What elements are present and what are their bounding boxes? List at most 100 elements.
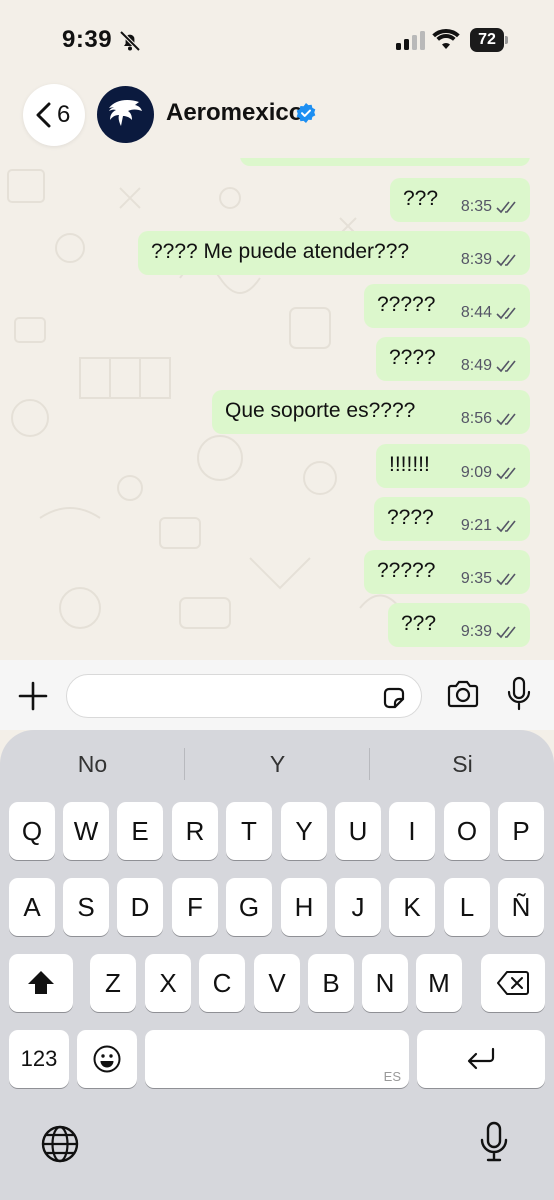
dictation-mic-icon[interactable] (478, 1120, 510, 1164)
key-y[interactable]: Y (281, 802, 327, 860)
message-bubble[interactable]: ???? Me puede atender??? 8:39 (138, 231, 530, 275)
message-input[interactable] (66, 674, 422, 718)
key-q[interactable]: Q (9, 802, 55, 860)
key-enye[interactable]: Ñ (498, 878, 544, 936)
emoji-key[interactable] (77, 1030, 137, 1088)
avatar[interactable] (97, 86, 154, 143)
message-time: 9:21 (460, 517, 492, 534)
contact-name[interactable]: Aeromexico (166, 99, 303, 127)
shift-key[interactable] (9, 954, 73, 1012)
key-p[interactable]: P (498, 802, 544, 860)
key-g[interactable]: G (226, 878, 272, 936)
key-j[interactable]: J (335, 878, 381, 936)
message-bubble[interactable]: ??? 8:35 (390, 178, 530, 222)
key-k[interactable]: K (389, 878, 435, 936)
message-time: 9:35 (460, 570, 492, 587)
unread-count: 6 (57, 101, 71, 128)
message-bubble[interactable]: Que soporte es???? 8:56 (212, 390, 530, 434)
key-e[interactable]: E (117, 802, 163, 860)
keyboard: No Y Si Q W E R T Y U I O P A S D F G H … (0, 730, 554, 1200)
key-m[interactable]: M (416, 954, 462, 1012)
message-bubble[interactable]: ??? 9:39 (388, 603, 530, 647)
message-text: ??? (401, 612, 437, 635)
message-time: 8:44 (460, 304, 492, 321)
key-t[interactable]: T (226, 802, 272, 860)
numbers-key[interactable]: 123 (9, 1030, 69, 1088)
message-input-bar (0, 660, 554, 730)
message-bubble[interactable]: ????? 8:44 (364, 284, 530, 328)
space-language-label: ES (383, 1069, 401, 1084)
message-bubble[interactable]: ???? 8:49 (376, 337, 530, 381)
suggestion-si[interactable]: Si (370, 748, 554, 788)
mic-icon[interactable] (506, 676, 532, 712)
message-time: 9:09 (460, 464, 492, 481)
message-bubble[interactable]: !!!!!!! 9:09 (376, 444, 530, 488)
double-check-icon (496, 573, 516, 585)
signal-icon (396, 31, 425, 50)
space-key[interactable]: ES (145, 1030, 409, 1088)
message-meta: 9:35 (461, 570, 518, 588)
shift-icon (28, 971, 54, 994)
message-meta: 8:56 (461, 410, 518, 428)
return-icon (467, 1047, 495, 1070)
message-time: 8:56 (460, 410, 492, 427)
key-n[interactable]: N (362, 954, 408, 1012)
message-meta: 9:39 (461, 623, 518, 641)
verified-icon (296, 103, 316, 123)
key-d[interactable]: D (117, 878, 163, 936)
key-f[interactable]: F (172, 878, 218, 936)
double-check-icon (496, 307, 516, 319)
double-check-icon (496, 254, 516, 266)
message-time: 9:39 (460, 623, 492, 640)
aeromexico-logo-icon (109, 100, 142, 126)
globe-icon[interactable] (40, 1124, 80, 1164)
message-bubble[interactable]: ????? 9:35 (364, 550, 530, 594)
key-a[interactable]: A (9, 878, 55, 936)
suggestion-y[interactable]: Y (185, 748, 370, 788)
message-time: 8:35 (460, 198, 492, 215)
status-time: 9:39 (62, 26, 113, 53)
backspace-key[interactable] (481, 954, 545, 1012)
chevron-left-icon (36, 102, 51, 128)
message-text: ??? (403, 187, 439, 210)
message-text: ????? (377, 293, 436, 316)
message-text: Que soporte es???? (225, 399, 416, 422)
suggestion-no[interactable]: No (0, 748, 185, 788)
back-button[interactable]: 6 (23, 84, 85, 146)
plus-icon[interactable] (17, 680, 49, 712)
key-w[interactable]: W (63, 802, 109, 860)
message-meta: 8:44 (461, 304, 518, 322)
key-l[interactable]: L (444, 878, 490, 936)
key-i[interactable]: I (389, 802, 435, 860)
key-r[interactable]: R (172, 802, 218, 860)
key-b[interactable]: B (308, 954, 354, 1012)
key-o[interactable]: O (444, 802, 490, 860)
double-check-icon (496, 467, 516, 479)
message-meta: 8:39 (461, 251, 518, 269)
key-z[interactable]: Z (90, 954, 136, 1012)
double-check-icon (496, 413, 516, 425)
double-check-icon (496, 201, 516, 213)
return-key[interactable] (417, 1030, 545, 1088)
bell-slash-icon (119, 30, 141, 52)
status-bar: 9:39 72 (0, 0, 554, 80)
emoji-icon (93, 1045, 121, 1073)
key-c[interactable]: C (199, 954, 245, 1012)
message-meta: 8:49 (461, 357, 518, 375)
key-v[interactable]: V (254, 954, 300, 1012)
camera-icon[interactable] (446, 680, 480, 708)
key-x[interactable]: X (145, 954, 191, 1012)
chat-area[interactable]: ??? 8:35 ???? Me puede atender??? 8:39 ?… (0, 158, 554, 660)
message-bubble-partial (240, 158, 530, 166)
double-check-icon (496, 360, 516, 372)
message-text: ???? (389, 346, 436, 369)
double-check-icon (496, 520, 516, 532)
key-h[interactable]: H (281, 878, 327, 936)
message-text: ???? Me puede atender??? (151, 240, 410, 263)
key-u[interactable]: U (335, 802, 381, 860)
double-check-icon (496, 626, 516, 638)
key-s[interactable]: S (63, 878, 109, 936)
message-text: ????? (377, 559, 436, 582)
sticker-icon[interactable] (381, 685, 407, 711)
message-bubble[interactable]: ???? 9:21 (374, 497, 530, 541)
